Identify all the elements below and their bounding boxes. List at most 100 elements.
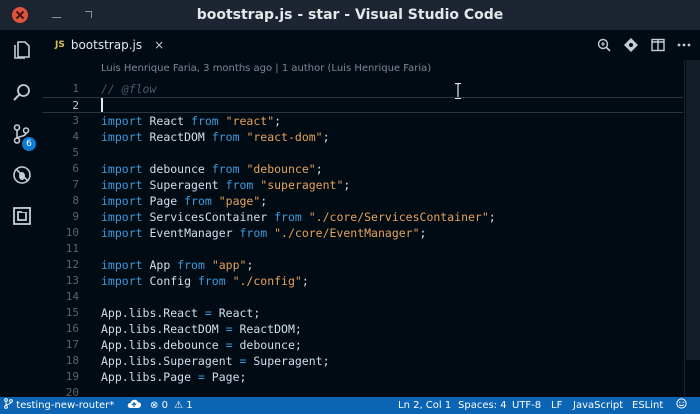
debug-button[interactable] xyxy=(0,155,43,195)
extensions-button[interactable] xyxy=(0,196,43,236)
line-number: 9 xyxy=(72,210,79,223)
source-control-button[interactable]: 6 xyxy=(0,114,43,154)
bug-icon xyxy=(12,166,31,184)
open-changes-button[interactable] xyxy=(596,37,612,53)
line-number: 4 xyxy=(72,130,79,143)
code-line[interactable]: 12 import App from "app"; xyxy=(43,257,683,273)
indentation-status[interactable]: Spaces: 4 xyxy=(458,397,507,414)
code-line[interactable]: 17 App.libs.debounce = debounce; xyxy=(43,337,683,353)
code-token: ; xyxy=(246,258,254,272)
code-line[interactable]: 14 xyxy=(43,289,683,305)
line-number: 6 xyxy=(72,162,79,175)
code-token: App.libs.ReactDOM xyxy=(101,322,226,336)
extensions-icon xyxy=(12,207,31,225)
code-line[interactable]: 13 import Config from "./config"; xyxy=(43,273,683,289)
line-number: 1 xyxy=(72,82,79,95)
scm-badge: 6 xyxy=(22,137,36,151)
code-token: App xyxy=(142,258,178,272)
code-token: ; xyxy=(488,210,496,224)
more-actions-button[interactable] xyxy=(676,37,692,53)
code-line[interactable]: 10 import EventManager from "./core/Event… xyxy=(43,225,683,241)
line-number: 15 xyxy=(65,306,79,319)
code-line[interactable]: 8 import Page from "page"; xyxy=(43,193,683,209)
code-token: ; xyxy=(419,226,427,240)
tab-label: bootstrap.js xyxy=(70,38,143,52)
explorer-button[interactable] xyxy=(0,30,43,70)
code-token: ; xyxy=(322,130,330,144)
git-commit-icon xyxy=(624,38,638,52)
code-text: import ServicesContainer from "./core/Se… xyxy=(101,209,496,225)
branch-status[interactable]: testing-new-router* xyxy=(4,397,114,414)
code-line[interactable]: 9 import ServicesContainer from "./core/S… xyxy=(43,209,683,225)
js-file-icon: JS xyxy=(55,40,65,50)
code-token: App.libs.debounce xyxy=(101,338,226,352)
smiley-icon xyxy=(676,398,687,409)
branch-name: testing-new-router* xyxy=(16,400,115,411)
code-token: "./core/ServicesContainer" xyxy=(308,210,489,224)
code-line[interactable]: 6 import debounce from "debounce"; xyxy=(43,161,683,177)
code-token: from xyxy=(211,130,240,144)
code-line[interactable]: 11 xyxy=(43,241,683,257)
files-icon xyxy=(13,41,30,59)
line-number: 3 xyxy=(72,114,79,127)
code-line[interactable]: 16 App.libs.ReactDOM = ReactDOM; xyxy=(43,321,683,337)
split-editor-button[interactable] xyxy=(650,37,666,53)
code-line[interactable]: 18 App.libs.Superagent = Superagent; xyxy=(43,353,683,369)
feedback-button[interactable] xyxy=(676,397,687,414)
code-token: App.libs.Superagent xyxy=(101,354,240,368)
code-line[interactable]: 2 xyxy=(43,97,683,113)
code-line[interactable]: 20 xyxy=(43,385,683,397)
activity-bar: 6 xyxy=(0,30,43,397)
error-icon: ⊗ xyxy=(150,400,159,411)
line-number: 2 xyxy=(72,99,79,112)
code-token: from xyxy=(191,114,219,128)
code-token: import xyxy=(101,258,143,272)
encoding-status[interactable]: UTF-8 xyxy=(512,397,541,414)
code-line[interactable]: 3 import React from "react"; xyxy=(43,113,683,129)
git-commit-button[interactable] xyxy=(623,37,639,53)
tab-bootstrap-js[interactable]: JS bootstrap.js × xyxy=(43,30,164,60)
code-line[interactable]: 1 // @flow xyxy=(43,81,683,97)
code-token: from xyxy=(274,210,302,224)
line-number: 19 xyxy=(65,370,79,383)
code-line[interactable]: 19 App.libs.Page = Page; xyxy=(43,369,683,385)
code-token: from xyxy=(184,194,212,208)
code-token: ; xyxy=(274,114,282,128)
problems-status[interactable]: ⊗ 0 ⚠ 1 xyxy=(150,397,193,414)
close-tab-icon[interactable]: × xyxy=(154,38,164,52)
git-blame-codelens[interactable]: Luis Henrique Faria, 3 months ago | 1 au… xyxy=(101,63,431,74)
code-token: Superagent; xyxy=(246,354,330,368)
code-token: "debounce" xyxy=(246,162,316,176)
code-text: import Page from "page"; xyxy=(101,193,267,209)
code-token: from xyxy=(239,226,268,240)
code-token: import xyxy=(101,178,143,192)
code-line[interactable]: 4 import ReactDOM from "react-dom"; xyxy=(43,129,683,145)
code-token: React; xyxy=(211,306,261,320)
cursor-position[interactable]: Ln 2, Col 1 xyxy=(398,397,451,414)
code-token: debounce; xyxy=(232,338,302,352)
sync-button[interactable] xyxy=(127,397,141,414)
status-bar: testing-new-router* ⊗ 0 ⚠ 1 Ln 2, Col 1 … xyxy=(0,397,700,414)
text-caret xyxy=(101,98,103,112)
eol-status[interactable]: LF xyxy=(551,397,562,414)
editor-scrollbar[interactable] xyxy=(686,60,700,360)
code-text: import ReactDOM from "react-dom"; xyxy=(101,129,330,145)
code-token: React xyxy=(142,114,192,128)
code-token: ServicesContainer xyxy=(142,210,275,224)
code-token: import xyxy=(101,210,143,224)
eslint-status[interactable]: ESLint xyxy=(632,397,663,414)
code-line[interactable]: 5 xyxy=(43,145,683,161)
code-line[interactable]: 7 import Superagent from "superagent"; xyxy=(43,177,683,193)
search-button[interactable] xyxy=(0,73,43,113)
code-token: App.libs.React xyxy=(101,306,205,320)
code-token: ReactDOM xyxy=(142,130,212,144)
split-editor-icon xyxy=(651,38,665,52)
code-line[interactable]: 15 App.libs.React = React; xyxy=(43,305,683,321)
language-mode[interactable]: JavaScript xyxy=(573,397,623,414)
git-branch-icon xyxy=(4,398,13,409)
code-editor[interactable]: Luis Henrique Faria, 3 months ago | 1 au… xyxy=(43,60,700,397)
